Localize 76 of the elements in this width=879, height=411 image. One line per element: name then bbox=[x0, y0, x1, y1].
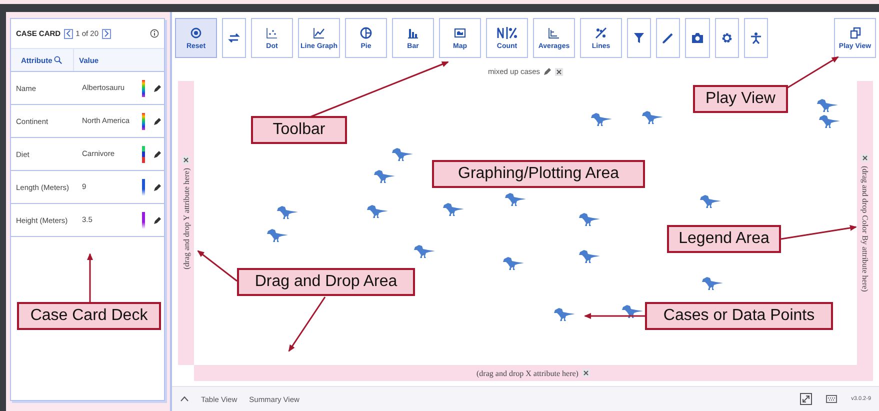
dinosaur-icon[interactable] bbox=[505, 192, 527, 208]
annotation-arrow bbox=[197, 250, 238, 282]
map-icon bbox=[454, 26, 466, 38]
annotation-callout: Toolbar bbox=[251, 116, 347, 144]
dinosaur-icon[interactable] bbox=[642, 110, 664, 126]
pencil-icon[interactable] bbox=[543, 67, 552, 76]
close-icon[interactable] bbox=[861, 154, 869, 162]
pencil-icon[interactable] bbox=[152, 116, 162, 126]
pencil-icon[interactable] bbox=[152, 216, 162, 224]
drop-zone-label: (drag and drop X attribute here) bbox=[476, 368, 578, 378]
dinosaur-icon[interactable] bbox=[503, 256, 525, 272]
dinosaur-icon[interactable] bbox=[367, 204, 389, 220]
annotation-callout: Cases or Data Points bbox=[645, 302, 833, 330]
camera-icon bbox=[691, 32, 704, 44]
info-icon[interactable] bbox=[150, 29, 159, 38]
close-icon[interactable] bbox=[182, 156, 190, 164]
count-icon bbox=[497, 26, 517, 38]
caret-icon[interactable] bbox=[180, 396, 189, 402]
dinosaur-icon[interactable] bbox=[579, 249, 601, 265]
filter-icon bbox=[633, 32, 645, 44]
settings-icon bbox=[721, 32, 733, 44]
search-icon[interactable] bbox=[54, 56, 62, 64]
copy-icon bbox=[850, 26, 860, 38]
dinosaur-icon[interactable] bbox=[414, 244, 436, 260]
annotation-callout: Play View bbox=[693, 85, 788, 113]
pie-chart-icon bbox=[360, 26, 372, 38]
annotation-callout: Legend Area bbox=[667, 225, 781, 253]
legend-drop-zone[interactable]: (drag and drop Color By attribute here) bbox=[857, 81, 873, 365]
annotation-arrow bbox=[786, 56, 839, 89]
dinosaur-icon[interactable] bbox=[392, 147, 414, 163]
dinosaur-icon[interactable] bbox=[591, 112, 613, 128]
bar-chart-icon bbox=[407, 26, 419, 38]
toolbar-button[interactable] bbox=[627, 18, 651, 58]
toolbar-button[interactable] bbox=[744, 18, 768, 58]
annotation-arrow bbox=[288, 296, 326, 352]
reset-icon bbox=[190, 26, 202, 38]
previous-button[interactable] bbox=[64, 28, 73, 38]
dinosaur-icon[interactable] bbox=[622, 304, 644, 320]
annotation-arrow bbox=[584, 313, 645, 319]
close-icon[interactable] bbox=[555, 68, 564, 76]
dinosaur-icon[interactable] bbox=[700, 194, 722, 210]
pencil-icon[interactable] bbox=[152, 182, 162, 192]
dinosaur-icon[interactable] bbox=[277, 205, 299, 221]
line-chart-icon bbox=[313, 26, 325, 38]
annotation-callout: Graphing/Plotting Area bbox=[432, 160, 645, 188]
annotation-callout: Case Card Deck bbox=[17, 302, 161, 330]
pencil-icon[interactable] bbox=[152, 84, 162, 92]
dinosaur-icon[interactable] bbox=[702, 276, 724, 292]
close-icon[interactable] bbox=[582, 369, 590, 377]
averages-icon bbox=[548, 26, 560, 38]
dinosaur-icon[interactable] bbox=[374, 169, 396, 185]
next-button[interactable] bbox=[102, 28, 111, 38]
drop-zone-label: (drag and drop Y attribute here) bbox=[182, 168, 190, 270]
dinosaur-icon[interactable] bbox=[579, 212, 601, 228]
dinosaur-icon[interactable] bbox=[819, 114, 841, 130]
x-axis-drop-zone[interactable]: (drag and drop X attribute here) bbox=[194, 365, 873, 381]
y-axis-drop-zone[interactable]: (drag and drop Y attribute here) bbox=[178, 81, 194, 365]
lines-icon bbox=[595, 26, 607, 38]
toolbar-button[interactable] bbox=[685, 18, 710, 58]
person-icon bbox=[750, 32, 762, 44]
dinosaur-icon[interactable] bbox=[817, 98, 839, 114]
swap-icon bbox=[228, 32, 240, 44]
toolbar-button[interactable] bbox=[715, 18, 739, 58]
toolbar-button[interactable] bbox=[656, 18, 680, 58]
fullscreen-icon[interactable] bbox=[800, 393, 812, 405]
dinosaur-icon[interactable] bbox=[554, 307, 576, 323]
annotation-arrow bbox=[87, 253, 93, 302]
dinosaur-icon[interactable] bbox=[267, 228, 289, 244]
keyboard-icon[interactable] bbox=[826, 395, 838, 403]
pencil-icon bbox=[662, 32, 674, 44]
pencil-icon[interactable] bbox=[152, 150, 162, 158]
dinosaur-icon[interactable] bbox=[443, 202, 465, 218]
annotation-callout: Drag and Drop Area bbox=[237, 268, 415, 296]
scatter-icon bbox=[266, 26, 278, 38]
toolbar-button[interactable] bbox=[222, 18, 246, 58]
drop-zone-label: (drag and drop Color By attribute here) bbox=[860, 166, 870, 292]
